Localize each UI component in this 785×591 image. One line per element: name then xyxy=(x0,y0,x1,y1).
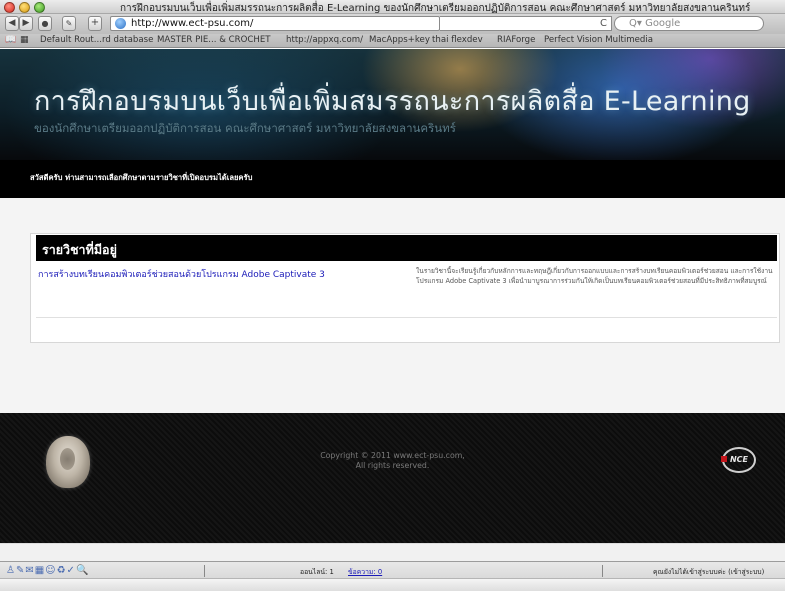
messages-link[interactable]: ข้อความ: 0 xyxy=(348,566,382,577)
globe-icon xyxy=(115,18,126,29)
course-list-panel: รายวิชาที่มีอยู่ การสร้างบทเรียนคอมพิวเต… xyxy=(30,233,780,343)
status-bar: ♙✎✉▦☺♻✓🔍 ออนไลน์: 1 ข้อความ: 0 คุณยังไม่… xyxy=(0,561,785,591)
pencil-icon[interactable]: ✎ xyxy=(62,16,76,31)
messages-text: ข้อความ: 0 xyxy=(348,568,383,576)
web-page: การฝึกอบรมบนเว็บเพื่อเพิ่มสมรรถนะการผลิต… xyxy=(0,49,785,577)
zoom-icon[interactable] xyxy=(34,2,45,13)
address-url: http://www.ect-psu.com/ xyxy=(131,18,254,29)
main-content: รายวิชาที่มีอยู่ การสร้างบทเรียนคอมพิวเต… xyxy=(0,198,785,413)
bookmark-item[interactable]: Perfect Vision Multimedia xyxy=(544,35,653,45)
copyright-line-2: All rights reserved. xyxy=(355,461,430,470)
copyright-line-1: Copyright © 2011 www.ect-psu.com, xyxy=(320,451,465,460)
banner-title: การฝึกอบรมบนเว็บเพื่อเพิ่มสมรรถนะการผลิต… xyxy=(34,86,751,117)
welcome-text: สวัสดีครับ ท่านสามารถเลือกศึกษาตามรายวิช… xyxy=(30,173,253,182)
search-placeholder: Q▾ Google xyxy=(629,18,681,29)
course-list-header: รายวิชาที่มีอยู่ xyxy=(36,235,777,261)
book-icon[interactable]: 📖 xyxy=(5,35,16,45)
site-footer: Copyright © 2011 www.ect-psu.com, All ri… xyxy=(0,413,785,543)
status-icons[interactable]: ♙✎✉▦☺♻✓🔍 xyxy=(6,565,89,576)
divider xyxy=(602,565,603,577)
course-row: การสร้างบทเรียนคอมพิวเตอร์ช่วยสอนด้วยโปร… xyxy=(36,264,777,318)
course-link[interactable]: การสร้างบทเรียนคอมพิวเตอร์ช่วยสอนด้วยโปร… xyxy=(38,267,325,281)
browser-window: การฝึกอบรมบนเว็บเพื่อเพิ่มสมรรถนะการผลิต… xyxy=(0,0,785,591)
bookmark-item[interactable]: RIAForge xyxy=(497,35,535,45)
title-bar: การฝึกอบรมบนเว็บเพื่อเพิ่มสมรรถนะการผลิต… xyxy=(0,0,785,14)
bookmark-icon[interactable]: ● xyxy=(38,16,52,31)
online-count: ออนไลน์: 1 xyxy=(300,568,334,576)
address-bar[interactable]: http://www.ect-psu.com/ xyxy=(110,16,440,31)
banner-subtitle: ของนักศึกษาเตรียมออกปฏิบัติการสอน คณะศึก… xyxy=(34,121,456,135)
add-bookmark-icon[interactable]: + xyxy=(88,16,102,31)
welcome-bar: สวัสดีครับ ท่านสามารถเลือกศึกษาตามรายวิช… xyxy=(0,160,785,198)
copyright: Copyright © 2011 www.ect-psu.com, All ri… xyxy=(0,451,785,471)
nce-logo: NCE xyxy=(721,447,756,473)
back-button[interactable]: ◀ xyxy=(5,16,19,31)
bookmark-item[interactable]: MacApps+key xyxy=(369,35,430,45)
forward-button[interactable]: ▶ xyxy=(19,16,33,31)
minimize-icon[interactable] xyxy=(19,2,30,13)
bookmark-item[interactable]: MASTER PIE... & CROCHET xyxy=(157,35,271,45)
course-list-heading: รายวิชาที่มีอยู่ xyxy=(42,242,117,257)
browser-toolbar: ◀ ▶ ● ✎ + http://www.ect-psu.com/ C Q▾ G… xyxy=(0,14,785,34)
bookmark-item[interactable]: http://appxq.com/ xyxy=(286,35,363,45)
bookmark-item[interactable]: Default Rout...rd database xyxy=(40,35,153,45)
reload-area: C xyxy=(440,16,612,31)
login-status[interactable]: คุณยังไม่ได้เข้าสู่ระบบค่ะ (เข้าสู่ระบบ) xyxy=(653,566,764,577)
search-input[interactable]: Q▾ Google xyxy=(614,16,764,31)
horizontal-scrollbar[interactable] xyxy=(0,578,785,591)
reload-icon[interactable]: C xyxy=(600,18,607,29)
divider xyxy=(204,565,205,577)
site-banner: การฝึกอบรมบนเว็บเพื่อเพิ่มสมรรถนะการผลิต… xyxy=(0,49,785,160)
bookmarks-bar: 📖 ▦ Default Rout...rd database MASTER PI… xyxy=(0,34,785,48)
course-description: ในรายวิชานี้จะเรียนรู้เกี่ยวกับหลักการแล… xyxy=(416,267,773,285)
grid-icon[interactable]: ▦ xyxy=(20,35,29,45)
close-icon[interactable] xyxy=(4,2,15,13)
bookmark-item[interactable]: thai flexdev xyxy=(432,35,483,45)
